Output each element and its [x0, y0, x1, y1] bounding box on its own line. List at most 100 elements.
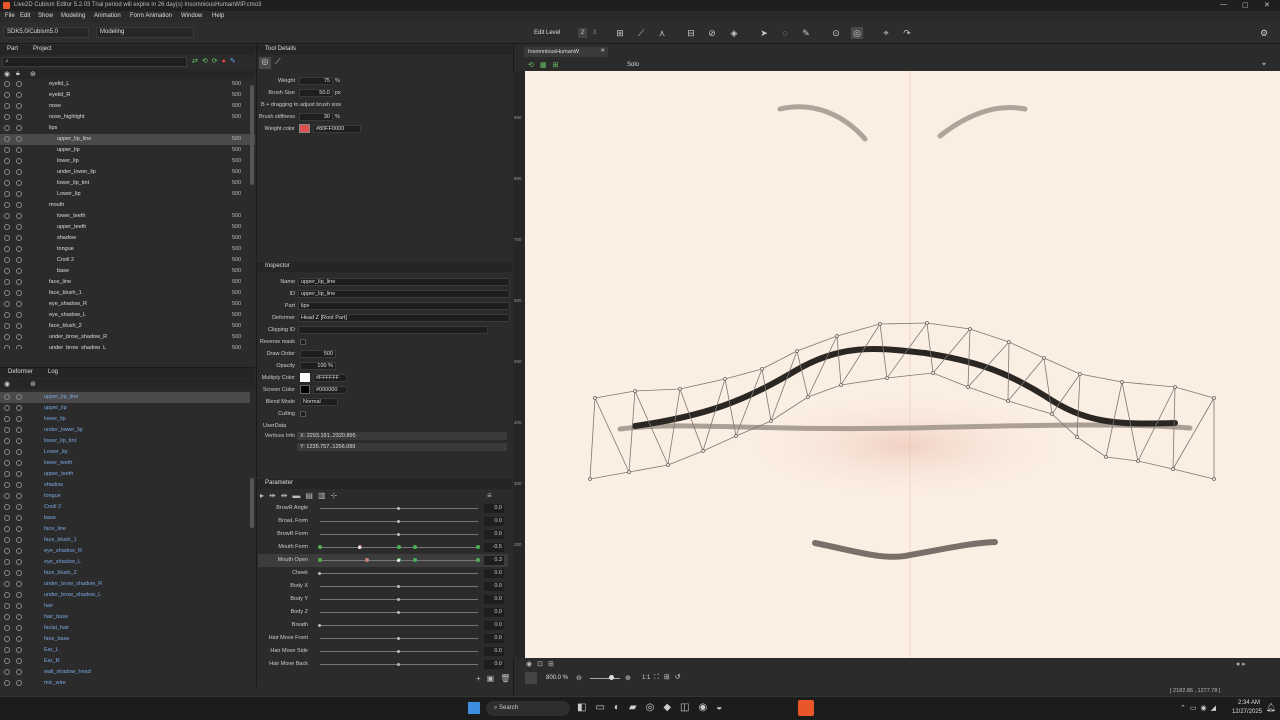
brush-size-field[interactable]: 50.0 [299, 89, 333, 97]
parameter-knob[interactable] [397, 610, 400, 614]
eye-icon[interactable] [4, 246, 10, 252]
part-row[interactable]: upper_lip 500 [0, 145, 255, 156]
eye-icon[interactable] [4, 493, 10, 499]
lock-icon[interactable] [16, 114, 22, 120]
keyform-dot[interactable] [476, 545, 480, 549]
part-toolbar-icons[interactable]: ⇄⟲⟳●✎ [192, 57, 240, 65]
parameter-row[interactable]: BrowL Form 0.0 [258, 515, 508, 528]
deformer-row[interactable]: eye_shadow_R [0, 546, 250, 557]
part-row[interactable]: eye_shadow_R 500 [0, 299, 255, 310]
parameter-knob[interactable] [397, 584, 400, 588]
tab-deformer[interactable]: Deformer [8, 369, 33, 375]
stop-icon[interactable]: ● [222, 58, 230, 65]
lock-icon[interactable] [16, 405, 22, 411]
eye-icon[interactable] [4, 114, 10, 120]
parameter-value[interactable]: 0.0 [484, 504, 504, 513]
keyform-dot[interactable] [318, 558, 322, 562]
lock-icon[interactable] [16, 537, 22, 543]
eye-icon[interactable] [4, 158, 10, 164]
parameter-row[interactable]: Hair Move Front 0.0 [258, 632, 508, 645]
parameter-footer-icons[interactable]: +▣🗑︎ [476, 674, 516, 683]
menu-edit[interactable]: Edit [20, 13, 30, 19]
lock-icon[interactable] [16, 625, 22, 631]
lock-icon[interactable] [16, 345, 22, 349]
weight-paint-icon[interactable]: ◎ [851, 27, 863, 39]
parameter-row[interactable]: Breath 0.0 [258, 619, 508, 632]
part-row[interactable]: under_brow_shadow_L 500 [0, 343, 255, 349]
edit-level-3[interactable]: 3 [590, 28, 599, 38]
eye-icon[interactable] [4, 471, 10, 477]
lock-icon[interactable] [16, 147, 22, 153]
eye-icon[interactable] [4, 312, 10, 318]
tab-log[interactable]: Log [48, 369, 58, 375]
parameter-value[interactable]: -0.5 [484, 543, 504, 552]
part-search-input[interactable]: ⌕ [2, 57, 187, 67]
culling-checkbox[interactable] [300, 411, 306, 417]
deformer-row[interactable]: tongue [0, 491, 250, 502]
eye-icon[interactable] [4, 504, 10, 510]
lock-icon[interactable] [16, 81, 22, 87]
deformer-row[interactable]: face_blush_2 [0, 568, 250, 579]
windows-start-icon[interactable] [468, 702, 480, 714]
parameter-row[interactable]: BrowR Form 0.0 [258, 528, 508, 541]
eye-icon[interactable] [4, 394, 10, 400]
eye-icon[interactable] [4, 334, 10, 340]
weight-tool-icon[interactable]: ◎ [259, 57, 271, 69]
parameter-value[interactable]: 0.0 [484, 634, 504, 643]
pin-icon[interactable]: ⌖ [880, 27, 892, 39]
parameter-knob[interactable] [397, 662, 400, 666]
close-icon[interactable]: ✕ [1264, 1, 1270, 9]
draw-order-field[interactable]: 500 [300, 350, 336, 358]
pen-icon[interactable]: ✎ [230, 58, 240, 65]
deformer-row[interactable]: upper_teeth [0, 469, 250, 480]
parameter-knob[interactable] [357, 545, 361, 549]
lock-icon[interactable] [16, 482, 22, 488]
deformer-row[interactable]: face_blush_1 [0, 535, 250, 546]
userdata-label[interactable]: UserData [263, 423, 286, 429]
deformer-row[interactable]: face_base [0, 634, 250, 645]
screen-color-swatch[interactable] [300, 385, 310, 394]
parameter-knob[interactable] [397, 519, 400, 523]
lock-icon[interactable] [16, 647, 22, 653]
parameter-value[interactable]: 0.0 [484, 582, 504, 591]
lock-icon[interactable] [16, 224, 22, 230]
parameter-row[interactable]: BrowR Angle 0.0 [258, 502, 508, 515]
lock-icon[interactable] [16, 92, 22, 98]
eye-icon[interactable] [4, 658, 10, 664]
zoom-slider[interactable] [590, 678, 620, 679]
lock-icon[interactable] [16, 191, 22, 197]
lock-icon[interactable] [16, 658, 22, 664]
part-row[interactable]: tongue 500 [0, 244, 255, 255]
parameter-value[interactable]: 0.0 [484, 621, 504, 630]
deformer-row[interactable]: lower_lip [0, 414, 250, 425]
reverse-mask-checkbox[interactable] [300, 339, 306, 345]
eye-icon[interactable] [4, 438, 10, 444]
lock-icon[interactable] [16, 504, 22, 510]
menu-window[interactable]: Window [181, 13, 202, 19]
id-field[interactable]: upper_lip_line [298, 290, 510, 298]
deformer-row[interactable]: hair_base [0, 612, 250, 623]
lock-icon[interactable] [16, 570, 22, 576]
keyform-dot[interactable] [365, 558, 370, 562]
menu-help[interactable]: Help [212, 13, 224, 19]
parameter-knob[interactable] [397, 636, 400, 640]
eye-icon[interactable] [4, 548, 10, 554]
eye-icon[interactable] [4, 257, 10, 263]
parameter-row[interactable]: Mouth Form -0.5 [258, 541, 508, 554]
eye-icon[interactable] [4, 213, 10, 219]
deformer-row[interactable]: upper_lip [0, 403, 250, 414]
part-select[interactable]: lips [298, 302, 510, 310]
lock-icon[interactable] [16, 312, 22, 318]
deformer-row[interactable]: facial_hair [0, 623, 250, 634]
filter-icon[interactable]: ⊛ [30, 380, 36, 388]
ratio-label[interactable]: 1:1 [642, 675, 650, 681]
parameter-row[interactable]: Cheek 0.0 [258, 567, 508, 580]
zoom-value[interactable]: 800.0 % [546, 675, 568, 681]
lock-icon[interactable] [16, 246, 22, 252]
part-row[interactable]: under_lower_lip 500 [0, 167, 255, 178]
eye-icon[interactable] [4, 345, 10, 349]
viewport-footer-icons[interactable]: ◉⊡⊞ [526, 660, 559, 668]
lock-icon[interactable] [16, 581, 22, 587]
eye-icon[interactable] [4, 92, 10, 98]
lock-icon[interactable] [16, 257, 22, 263]
